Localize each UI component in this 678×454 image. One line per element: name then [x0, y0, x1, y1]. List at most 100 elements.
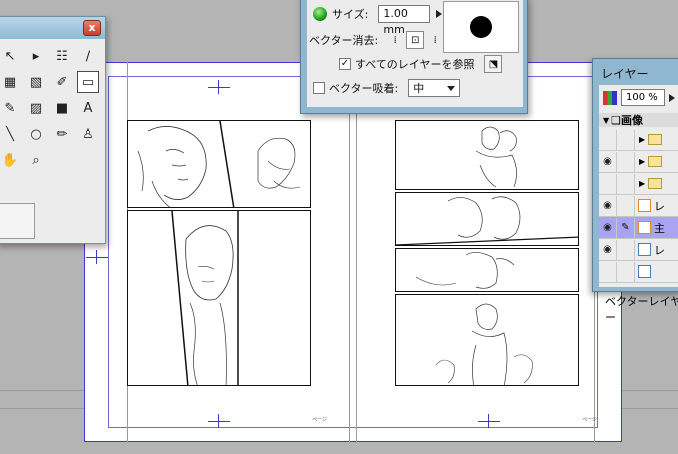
crop-mark — [208, 414, 230, 428]
grid-icon[interactable]: ▦ — [0, 71, 21, 93]
comic-panel[interactable] — [395, 192, 579, 246]
size-input[interactable]: 1.00 mm — [378, 5, 431, 36]
page-icon: ❏ — [611, 113, 622, 127]
gutter-line — [349, 62, 350, 442]
erase-intersection-icon[interactable]: ⊡ — [406, 31, 425, 49]
erase-touched-icon[interactable]: ⁞ — [386, 31, 404, 49]
layer-name: レ — [654, 243, 665, 257]
brush-tip-icon — [470, 16, 492, 38]
line-icon[interactable]: ╲ — [0, 123, 21, 145]
visibility-eye-icon[interactable]: ◉ — [599, 239, 617, 260]
layer-row[interactable]: ▶ — [599, 173, 678, 195]
snap-strength-select[interactable]: 中 — [408, 79, 461, 97]
layer-name: 主 — [654, 221, 665, 235]
gradient-icon[interactable]: ■ — [51, 97, 73, 119]
reference-settings-icon[interactable]: ⬔ — [484, 55, 503, 73]
sketch-face-profile — [415, 252, 515, 289]
brush-icon[interactable]: ✎ — [0, 97, 21, 119]
layer-row[interactable]: ◉ レ — [599, 195, 678, 217]
size-indicator-icon — [313, 7, 327, 21]
gutter-line — [356, 62, 357, 442]
expand-folder-icon[interactable]: ▶ — [639, 157, 645, 166]
tool-palette-window[interactable]: x ↖ ▸ ☷ ∕ ▦ ▧ ✐ ▭ ✎ ▨ ■ A ╲ ○ ✏ ♙ ✋ ⌕ — [0, 16, 106, 244]
opacity-slider-arrow-icon[interactable] — [669, 93, 675, 102]
visibility-eye-icon[interactable]: ◉ — [599, 195, 617, 216]
sub-tool-window[interactable]: サイズ: 1.00 mm ベクター消去: ⁞ ⊡ ⁞ ✓ すべてのレイヤーを参照… — [300, 0, 528, 114]
visibility-eye-icon[interactable] — [599, 173, 617, 194]
expand-folder-icon[interactable]: ▶ — [639, 179, 645, 188]
lock-slot-icon[interactable] — [617, 261, 635, 282]
ellipse-icon[interactable]: ○ — [25, 123, 47, 145]
layer-row[interactable]: ◉ ✎ 主 — [599, 217, 678, 239]
tool-preview-box — [0, 203, 35, 239]
visibility-eye-icon[interactable] — [599, 129, 617, 150]
expand-icon[interactable]: ▼ — [603, 116, 609, 125]
comic-panel[interactable] — [395, 120, 579, 190]
comic-panel[interactable] — [395, 248, 579, 292]
folder-icon — [648, 156, 663, 167]
cube-icon[interactable]: ▧ — [25, 71, 47, 93]
crop-mark — [208, 80, 230, 94]
selection-icon[interactable]: ▸ — [25, 45, 47, 67]
stack-icon[interactable]: ☷ — [51, 45, 73, 67]
close-button[interactable]: x — [83, 20, 101, 36]
sketch-face-closed-eyes — [137, 121, 301, 207]
manga-spread[interactable]: ページ ページ — [84, 62, 622, 442]
lock-slot-icon[interactable] — [617, 239, 635, 260]
visibility-eye-icon[interactable] — [599, 261, 617, 282]
pencil-icon[interactable]: ✏ — [51, 123, 73, 145]
vector-snap-checkbox[interactable] — [313, 82, 325, 94]
active-pen-icon[interactable]: ✎ — [617, 217, 635, 238]
erase-whole-line-icon[interactable]: ⁞ — [426, 31, 444, 49]
page-number-right: ページ — [582, 417, 597, 423]
page-number-left: ページ — [312, 417, 327, 423]
brush-preview — [443, 1, 519, 53]
comic-panel[interactable] — [395, 294, 579, 386]
comic-panel[interactable] — [127, 120, 311, 208]
eyedropper-icon[interactable]: ∕ — [77, 45, 99, 67]
crop-mark — [86, 250, 108, 264]
sketch-embrace — [396, 196, 578, 245]
layer-color-icon[interactable] — [603, 90, 617, 105]
layer-row[interactable]: ◉ ▶ — [599, 151, 678, 173]
reference-all-checkbox[interactable]: ✓ — [339, 58, 351, 70]
folder-icon — [648, 134, 663, 145]
visibility-eye-icon[interactable]: ◉ — [599, 217, 617, 238]
layer-thumbnail — [638, 199, 651, 212]
layer-row[interactable] — [599, 261, 678, 283]
pen-icon[interactable]: ✐ — [51, 71, 73, 93]
layer-row[interactable]: ▶ — [599, 129, 678, 151]
comic-panel[interactable] — [127, 210, 311, 386]
snap-strength-value: 中 — [413, 82, 425, 95]
sketch-standing-figures — [435, 303, 533, 385]
lock-slot-icon[interactable] — [617, 129, 635, 150]
hand-icon[interactable]: ✋ — [0, 149, 21, 171]
lock-slot-icon[interactable] — [617, 195, 635, 216]
layer-panel: 100 % ▼ ❏ 画像 ▶ ◉ ▶ ▶ ◉ レ ◉ ✎ 主 ◉ レ ベクターレイヤー — [599, 85, 678, 324]
layer-row[interactable]: ◉ レ — [599, 239, 678, 261]
stamp-icon[interactable]: ♙ — [77, 123, 99, 145]
opacity-input[interactable]: 100 % — [621, 89, 665, 106]
sub-tool-panel: サイズ: 1.00 mm ベクター消去: ⁞ ⊡ ⁞ ✓ すべてのレイヤーを参照… — [307, 0, 523, 107]
layer-group-name: 画像 — [621, 114, 644, 127]
sketch-seated-figures — [475, 126, 517, 188]
layer-window-title: レイヤー — [601, 67, 649, 81]
visibility-eye-icon[interactable]: ◉ — [599, 151, 617, 172]
layer-thumbnail — [638, 243, 651, 256]
layer-window[interactable]: レイヤー 100 % ▼ ❏ 画像 ▶ ◉ ▶ ▶ ◉ レ ◉ ✎ 主 ◉ レ ベクターレイヤー — [592, 58, 678, 324]
lock-slot-icon[interactable] — [617, 173, 635, 194]
zoom-icon[interactable]: ⌕ — [25, 149, 47, 171]
layer-thumbnail — [638, 265, 651, 278]
tool-palette-titlebar[interactable]: x — [0, 17, 105, 39]
expand-folder-icon[interactable]: ▶ — [639, 135, 645, 144]
layer-name: レ — [654, 199, 665, 213]
reference-all-label: すべてのレイヤーを参照 — [355, 58, 475, 71]
lock-slot-icon[interactable] — [617, 151, 635, 172]
layer-group-header[interactable]: ▼ ❏ 画像 — [599, 113, 678, 127]
fill-icon[interactable]: ▨ — [25, 97, 47, 119]
eraser-icon[interactable]: ▭ — [77, 71, 99, 93]
move-icon[interactable]: ↖ — [0, 45, 21, 67]
size-slider-arrow-icon[interactable] — [436, 10, 443, 18]
text-icon[interactable]: A — [77, 97, 99, 119]
layer-type-status: ベクターレイヤー — [605, 295, 678, 324]
